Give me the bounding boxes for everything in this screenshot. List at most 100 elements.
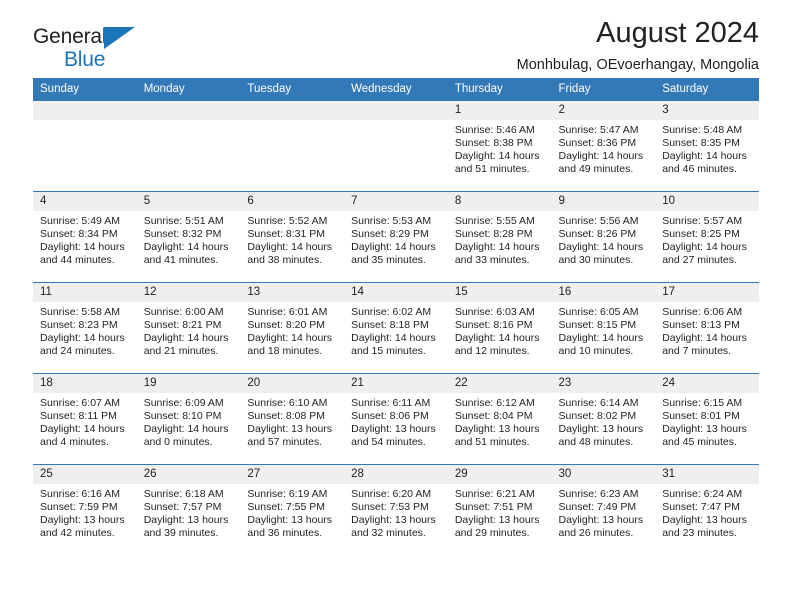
calendar-day-cell[interactable]: 30 Sunrise: 6:23 AM Sunset: 7:49 PM Dayligh… (551, 464, 656, 555)
page-header: General Blue August 2024 Monhbulag, OEvo… (33, 0, 759, 78)
day-number: 19 (136, 374, 241, 393)
day-cell: 5 Sunrise: 5:51 AM Sunset: 8:32 PM Daylight… (136, 192, 241, 282)
day-number: 16 (551, 283, 656, 302)
calendar-day-cell[interactable] (33, 101, 137, 192)
sunrise-text: Sunrise: 6:06 AM (662, 306, 743, 318)
calendar-day-cell[interactable]: 14 Sunrise: 6:02 AM Sunset: 8:18 PM Dayligh… (344, 282, 448, 374)
sunset-text: Sunset: 8:26 PM (558, 228, 637, 241)
calendar-day-cell[interactable]: 5 Sunrise: 5:51 AM Sunset: 8:32 PM Daylight… (136, 191, 241, 283)
calendar-day-cell[interactable] (344, 101, 448, 192)
calendar-day-cell[interactable]: 28 Sunrise: 6:20 AM Sunset: 7:53 PM Dayligh… (344, 464, 448, 555)
daylight-text-line2: and 29 minutes. (454, 527, 530, 540)
calendar-day-cell[interactable]: 26 Sunrise: 6:18 AM Sunset: 7:57 PM Dayligh… (136, 464, 241, 555)
calendar-day-cell[interactable]: 2 Sunrise: 5:47 AM Sunset: 8:36 PM Daylight… (551, 101, 656, 192)
calendar-day-cell[interactable]: 29 Sunrise: 6:21 AM Sunset: 7:51 PM Dayligh… (447, 464, 552, 555)
calendar-day-cell[interactable]: 4 Sunrise: 5:49 AM Sunset: 8:34 PM Daylight… (33, 191, 137, 283)
daylight-text-line1: Daylight: 13 hours (558, 423, 644, 436)
calendar-day-cell[interactable]: 24 Sunrise: 6:15 AM Sunset: 8:01 PM Dayligh… (655, 373, 759, 465)
calendar-day-cell[interactable]: 12 Sunrise: 6:00 AM Sunset: 8:21 PM Dayligh… (136, 282, 241, 374)
day-cell: 17 Sunrise: 6:06 AM Sunset: 8:13 PM Dayligh… (655, 283, 759, 373)
sunset-text: Sunset: 8:04 PM (454, 410, 533, 423)
day-number: 15 (447, 283, 552, 302)
sunrise-text: Sunrise: 6:15 AM (662, 397, 743, 409)
sunset-text: Sunset: 8:16 PM (454, 319, 533, 332)
calendar-day-cell[interactable]: 3 Sunrise: 5:48 AM Sunset: 8:35 PM Daylight… (655, 101, 759, 192)
sunrise-text: Sunrise: 5:52 AM (247, 215, 328, 227)
sunset-text: Sunset: 8:10 PM (143, 410, 222, 423)
day-number: 29 (447, 465, 552, 484)
calendar-body: 1 Sunrise: 5:46 AM Sunset: 8:38 PM Daylight… (33, 101, 759, 555)
daylight-text-line1: Daylight: 14 hours (662, 150, 747, 163)
calendar-week-row: 4 Sunrise: 5:49 AM Sunset: 8:34 PM Daylight… (33, 191, 759, 283)
day-number: 1 (447, 101, 552, 120)
day-details: Sunrise: 6:09 AM Sunset: 8:10 PM Daylight:… (137, 393, 241, 449)
day-cell: 24 Sunrise: 6:15 AM Sunset: 8:01 PM Dayligh… (655, 374, 759, 464)
day-number: 14 (344, 283, 448, 302)
daylight-text-line2: and 32 minutes. (351, 527, 426, 540)
calendar-day-cell[interactable]: 20 Sunrise: 6:10 AM Sunset: 8:08 PM Dayligh… (240, 373, 345, 465)
day-number: 11 (33, 283, 137, 302)
day-details: Sunrise: 6:15 AM Sunset: 8:01 PM Daylight:… (655, 393, 759, 449)
day-details: Sunrise: 6:10 AM Sunset: 8:08 PM Daylight:… (240, 393, 344, 449)
day-number: 27 (240, 465, 345, 484)
calendar-day-cell[interactable]: 7 Sunrise: 5:53 AM Sunset: 8:29 PM Daylight… (344, 191, 448, 283)
sunrise-text: Sunrise: 6:24 AM (662, 488, 743, 500)
day-details: Sunrise: 6:14 AM Sunset: 8:02 PM Daylight:… (552, 393, 656, 449)
daylight-text-line1: Daylight: 14 hours (40, 332, 125, 345)
day-details: Sunrise: 5:57 AM Sunset: 8:25 PM Daylight:… (655, 211, 759, 267)
daylight-text-line1: Daylight: 14 hours (662, 241, 747, 254)
calendar-day-cell[interactable]: 17 Sunrise: 6:06 AM Sunset: 8:13 PM Dayligh… (655, 282, 759, 374)
calendar-day-cell[interactable]: 6 Sunrise: 5:52 AM Sunset: 8:31 PM Daylight… (240, 191, 345, 283)
calendar-day-cell[interactable]: 21 Sunrise: 6:11 AM Sunset: 8:06 PM Dayligh… (344, 373, 448, 465)
calendar-day-cell[interactable]: 9 Sunrise: 5:56 AM Sunset: 8:26 PM Daylight… (551, 191, 656, 283)
daylight-text-line1: Daylight: 13 hours (558, 514, 644, 527)
daylight-text-line2: and 18 minutes. (247, 345, 323, 358)
day-number: 28 (344, 465, 448, 484)
sunrise-text: Sunrise: 6:20 AM (351, 488, 432, 500)
calendar-day-cell[interactable]: 1 Sunrise: 5:46 AM Sunset: 8:38 PM Daylight… (447, 101, 552, 192)
calendar-day-cell[interactable]: 27 Sunrise: 6:19 AM Sunset: 7:55 PM Dayligh… (240, 464, 345, 555)
day-details: Sunrise: 6:01 AM Sunset: 8:20 PM Daylight:… (240, 302, 344, 358)
calendar-day-cell[interactable]: 23 Sunrise: 6:14 AM Sunset: 8:02 PM Dayligh… (551, 373, 656, 465)
day-details: Sunrise: 6:06 AM Sunset: 8:13 PM Daylight:… (655, 302, 759, 358)
calendar-day-cell[interactable]: 31 Sunrise: 6:24 AM Sunset: 7:47 PM Dayligh… (655, 464, 759, 555)
calendar-day-cell[interactable]: 16 Sunrise: 6:05 AM Sunset: 8:15 PM Dayligh… (551, 282, 656, 374)
page-title: August 2024 (596, 17, 759, 49)
calendar-day-cell[interactable]: 11 Sunrise: 5:58 AM Sunset: 8:23 PM Dayligh… (33, 282, 137, 374)
calendar-day-cell[interactable]: 10 Sunrise: 5:57 AM Sunset: 8:25 PM Dayligh… (655, 191, 759, 283)
calendar-day-cell[interactable]: 19 Sunrise: 6:09 AM Sunset: 8:10 PM Dayligh… (136, 373, 241, 465)
day-cell: 4 Sunrise: 5:49 AM Sunset: 8:34 PM Daylight… (33, 192, 137, 282)
weekday-header-thursday: Thursday (447, 78, 552, 101)
calendar-table: Sunday Monday Tuesday Wednesday Thursday… (33, 78, 759, 555)
calendar-day-cell[interactable]: 22 Sunrise: 6:12 AM Sunset: 8:04 PM Dayligh… (447, 373, 552, 465)
daylight-text-line1: Daylight: 13 hours (40, 514, 125, 527)
calendar-week-row: 1 Sunrise: 5:46 AM Sunset: 8:38 PM Daylight… (33, 101, 759, 192)
calendar-day-cell[interactable]: 18 Sunrise: 6:07 AM Sunset: 8:11 PM Dayligh… (33, 373, 137, 465)
calendar-day-cell[interactable] (240, 101, 345, 192)
daylight-text-line1: Daylight: 14 hours (454, 332, 540, 345)
daylight-text-line1: Daylight: 14 hours (40, 241, 125, 254)
day-number: 21 (344, 374, 448, 393)
sunset-text: Sunset: 7:59 PM (40, 501, 118, 514)
calendar-day-cell[interactable]: 13 Sunrise: 6:01 AM Sunset: 8:20 PM Dayligh… (240, 282, 345, 374)
day-number: 6 (240, 192, 345, 211)
day-cell: 30 Sunrise: 6:23 AM Sunset: 7:49 PM Dayligh… (551, 465, 656, 555)
daylight-text-line2: and 21 minutes. (143, 345, 219, 358)
page-subtitle: Monhbulag, OEvoerhangay, Mongolia (516, 56, 759, 73)
day-details: Sunrise: 6:19 AM Sunset: 7:55 PM Daylight:… (240, 484, 344, 540)
sunrise-text: Sunrise: 6:11 AM (351, 397, 431, 409)
daylight-text-line1: Daylight: 14 hours (662, 332, 747, 345)
sunrise-text: Sunrise: 6:12 AM (454, 397, 535, 409)
calendar-day-cell[interactable]: 15 Sunrise: 6:03 AM Sunset: 8:16 PM Dayligh… (447, 282, 552, 374)
day-cell: 1 Sunrise: 5:46 AM Sunset: 8:38 PM Daylight… (447, 101, 552, 191)
day-details: Sunrise: 5:46 AM Sunset: 8:38 PM Daylight:… (448, 120, 552, 176)
sunset-text: Sunset: 8:08 PM (247, 410, 326, 423)
sunrise-text: Sunrise: 6:07 AM (40, 397, 120, 409)
calendar-day-cell[interactable]: 8 Sunrise: 5:55 AM Sunset: 8:28 PM Daylight… (447, 191, 552, 283)
calendar-day-cell[interactable] (136, 101, 241, 192)
brand-logo[interactable]: General Blue (33, 0, 136, 70)
sunrise-text: Sunrise: 6:14 AM (558, 397, 639, 409)
daylight-text-line1: Daylight: 14 hours (558, 241, 644, 254)
day-details: Sunrise: 6:16 AM Sunset: 7:59 PM Daylight:… (33, 484, 137, 540)
calendar-day-cell[interactable]: 25 Sunrise: 6:16 AM Sunset: 7:59 PM Dayligh… (33, 464, 137, 555)
